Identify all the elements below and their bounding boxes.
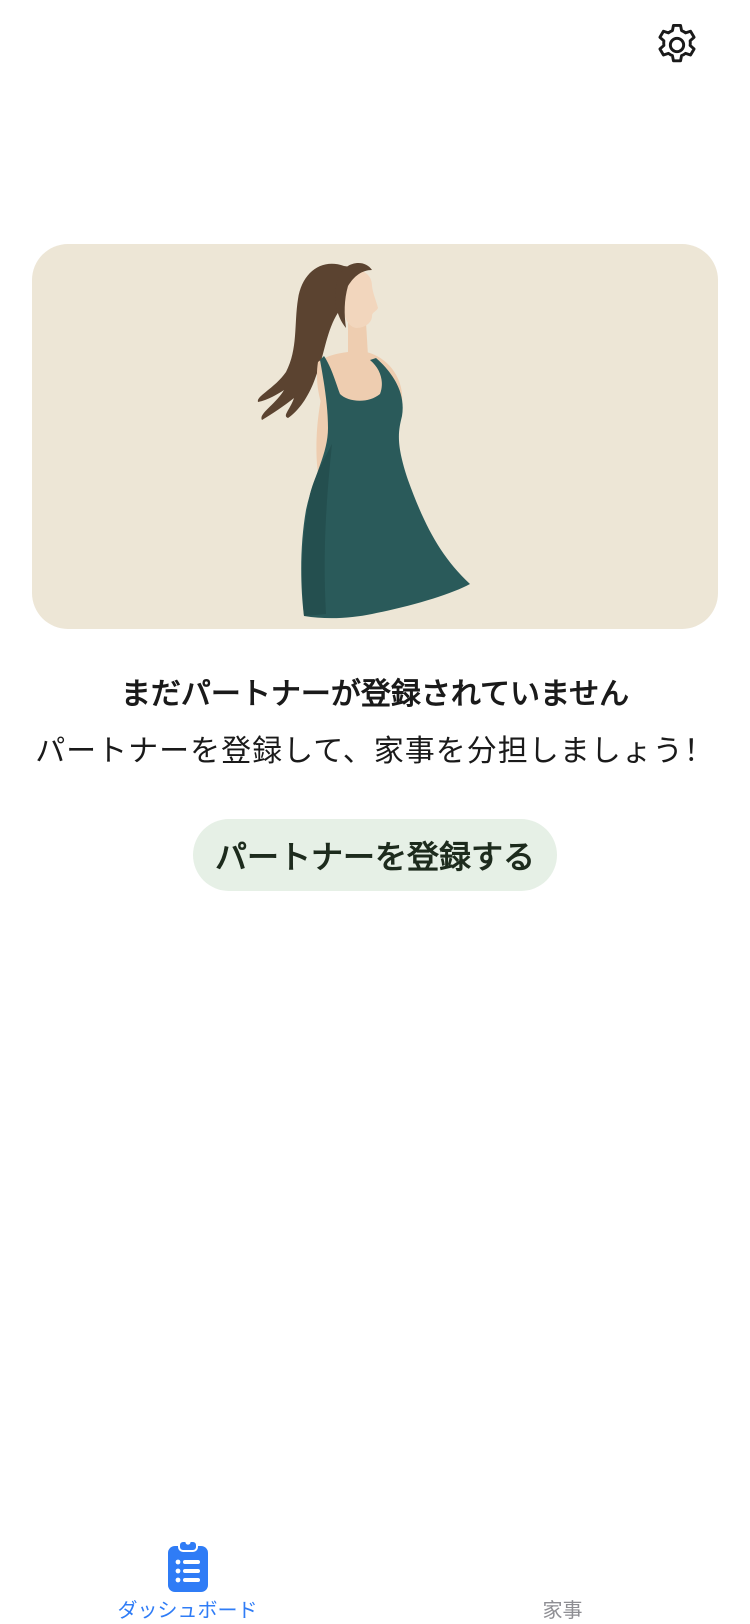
tab-dashboard[interactable]: ダッシュボード [0, 1520, 375, 1624]
tab-chores[interactable]: 家事 [375, 1520, 750, 1624]
gear-icon [658, 23, 696, 63]
empty-state-title: まだパートナーが登録されていません [120, 677, 630, 712]
hero-illustration-card [32, 244, 718, 629]
tab-dashboard-label: ダッシュボード [117, 1598, 258, 1622]
bottom-tab-bar: ダッシュボード 家事 [0, 1520, 750, 1624]
empty-state-subtitle: パートナーを登録して、家事を分担しましょう！ [35, 734, 715, 769]
register-partner-button[interactable]: パートナーを登録する [193, 819, 557, 891]
settings-button[interactable] [650, 18, 704, 72]
tab-chores-label: 家事 [542, 1598, 583, 1622]
woman-illustration [257, 263, 470, 619]
clipboard-list-icon [167, 1539, 208, 1592]
